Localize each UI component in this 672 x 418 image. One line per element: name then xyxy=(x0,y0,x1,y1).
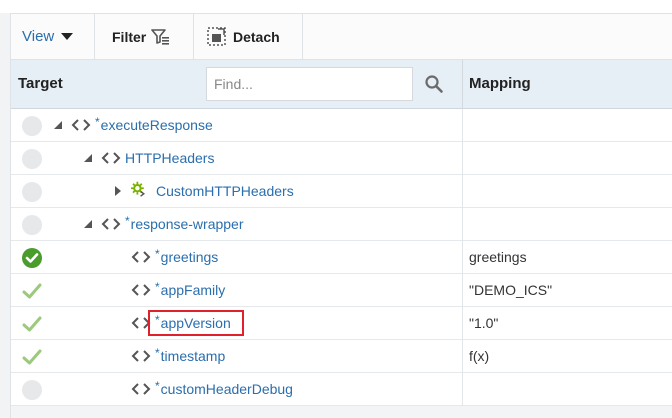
complete-circle-check-icon xyxy=(22,248,42,268)
column-divider xyxy=(462,142,463,175)
toolbar-separator xyxy=(302,14,303,59)
view-label: View xyxy=(22,28,55,45)
filter-button[interactable]: Filter xyxy=(112,14,170,59)
tree-row[interactable]: *greetings greetings xyxy=(11,241,672,274)
search-button[interactable] xyxy=(424,74,444,94)
column-divider xyxy=(462,307,463,340)
checkmark-icon xyxy=(22,349,42,365)
collapsed-triangle-icon[interactable] xyxy=(112,185,124,197)
tree-rows: *executeResponse HTTPHeaders CustomHTTPH… xyxy=(11,109,672,406)
tree-row[interactable]: *response-wrapper xyxy=(11,208,672,241)
detach-icon xyxy=(207,27,226,46)
highlight-box xyxy=(148,310,244,336)
checkmark-icon xyxy=(22,283,42,299)
target-column-header: Target xyxy=(18,75,63,92)
tree-header: Target Mapping xyxy=(11,60,672,109)
expanded-triangle-icon[interactable] xyxy=(82,218,94,230)
tree-row[interactable]: *customHeaderDebug xyxy=(11,373,672,406)
find-input[interactable] xyxy=(207,68,404,100)
detach-label: Detach xyxy=(233,28,280,45)
element-icon xyxy=(131,251,151,263)
checkmark-icon xyxy=(22,316,42,332)
caret-down-icon xyxy=(61,33,74,40)
column-divider xyxy=(462,208,463,241)
node-label[interactable]: HTTPHeaders xyxy=(125,142,214,174)
view-menu-button[interactable]: View xyxy=(22,14,74,59)
status-empty-icon xyxy=(22,215,42,235)
status-empty-icon xyxy=(22,149,42,169)
status-empty-icon xyxy=(22,182,42,202)
column-divider xyxy=(462,175,463,208)
node-label[interactable]: *response-wrapper xyxy=(125,208,244,240)
detach-button[interactable]: Detach xyxy=(207,14,280,59)
status-empty-icon xyxy=(22,380,42,400)
node-label[interactable]: *appFamily xyxy=(155,274,225,306)
column-divider xyxy=(462,373,463,406)
node-label[interactable]: *executeResponse xyxy=(95,109,213,141)
column-divider xyxy=(462,340,463,373)
tree-row[interactable]: CustomHTTPHeaders xyxy=(11,175,672,208)
element-icon xyxy=(131,383,151,395)
node-label[interactable]: *greetings xyxy=(155,241,218,273)
tree-row[interactable]: *executeResponse xyxy=(11,109,672,142)
gear-element-icon xyxy=(131,181,145,197)
filter-label: Filter xyxy=(112,28,147,45)
toolbar-separator xyxy=(94,14,95,59)
mapping-column-header: Mapping xyxy=(469,75,531,92)
mapping-cell[interactable]: "DEMO_ICS" xyxy=(469,274,552,306)
column-divider xyxy=(462,274,463,307)
left-panel-edge xyxy=(0,13,10,418)
find-field[interactable] xyxy=(206,67,413,101)
element-icon xyxy=(71,119,91,131)
column-divider[interactable] xyxy=(462,60,463,108)
tree-row[interactable]: *timestamp f(x) xyxy=(11,340,672,373)
mapping-cell[interactable]: "1.0" xyxy=(469,307,498,339)
window-top-margin xyxy=(0,0,672,13)
column-divider xyxy=(462,109,463,142)
expanded-triangle-icon[interactable] xyxy=(52,119,64,131)
element-icon xyxy=(101,152,121,164)
node-label[interactable]: *customHeaderDebug xyxy=(155,373,293,405)
element-icon xyxy=(131,350,151,362)
toolbar: View Filter Detach xyxy=(11,13,672,60)
tree-bottom-area xyxy=(11,406,672,418)
element-icon xyxy=(101,218,121,230)
node-label[interactable]: CustomHTTPHeaders xyxy=(156,175,294,207)
tree-row[interactable]: HTTPHeaders xyxy=(11,142,672,175)
mapping-cell[interactable]: f(x) xyxy=(469,340,489,372)
node-label[interactable]: *timestamp xyxy=(155,340,225,372)
mapping-cell[interactable]: greetings xyxy=(469,241,527,273)
tree-row[interactable]: *appFamily "DEMO_ICS" xyxy=(11,274,672,307)
status-empty-icon xyxy=(22,116,42,136)
element-icon xyxy=(131,284,151,296)
filter-icon xyxy=(151,28,170,45)
column-divider xyxy=(462,241,463,274)
search-icon xyxy=(425,75,443,93)
tree-row[interactable]: *appVersion "1.0" xyxy=(11,307,672,340)
expanded-triangle-icon[interactable] xyxy=(82,152,94,164)
toolbar-separator xyxy=(193,14,194,59)
